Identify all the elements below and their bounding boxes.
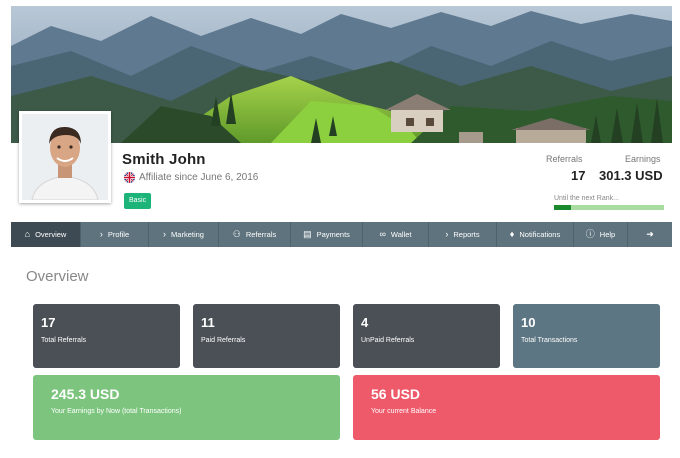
- earnings-total-value: 245.3 USD: [51, 386, 120, 402]
- nav-logout[interactable]: ➜: [628, 222, 672, 247]
- chevron-right-icon: ›: [163, 229, 167, 239]
- nav-label: Marketing: [171, 230, 204, 239]
- stat-value: 17: [41, 315, 56, 330]
- main-nav: ⌂ Overview › Profile › Marketing ⚇ Refer…: [11, 222, 672, 247]
- chevron-right-icon: ›: [99, 229, 103, 239]
- stat-card-paid-referrals: 11 Paid Referrals: [193, 304, 340, 368]
- nav-label: Overview: [35, 230, 67, 239]
- stat-card-total-referrals: 17 Total Referrals: [33, 304, 180, 368]
- nav-referrals[interactable]: ⚇ Referrals: [219, 222, 291, 247]
- nav-label: Profile: [107, 230, 130, 239]
- balance-card: 56 USD Your current Balance: [353, 375, 660, 440]
- rank-progress-fill: [554, 205, 571, 210]
- stat-label: Total Referrals: [41, 337, 87, 344]
- bell-icon: ♦: [509, 229, 515, 239]
- nav-help[interactable]: ⓘ Help: [574, 222, 628, 247]
- stat-label: Paid Referrals: [201, 337, 246, 344]
- stat-card-unpaid-referrals: 4 UnPaid Referrals: [353, 304, 500, 368]
- nav-label: Payments: [316, 230, 350, 239]
- earnings-label: Earnings: [625, 154, 661, 164]
- nav-reports[interactable]: › Reports: [429, 222, 497, 247]
- home-icon: ⌂: [24, 229, 31, 239]
- user-photo: [22, 114, 108, 200]
- page-title: Overview: [26, 268, 89, 285]
- chevron-right-icon: ›: [445, 229, 449, 239]
- logout-icon: ➜: [646, 229, 654, 239]
- nav-wallet[interactable]: ∞ Wallet: [363, 222, 429, 247]
- earnings-value: 301.3 USD: [599, 168, 663, 183]
- stat-value: 10: [521, 315, 536, 330]
- nav-label: Wallet: [390, 230, 412, 239]
- nav-label: Referrals: [245, 230, 277, 239]
- rank-progress-bar: [554, 205, 664, 210]
- nav-marketing[interactable]: › Marketing: [149, 222, 219, 247]
- affiliate-since-text: Affiliate since June 6, 2016: [139, 172, 259, 183]
- nav-notifications[interactable]: ♦ Notifications: [497, 222, 574, 247]
- nav-label: Help: [599, 230, 616, 239]
- referrals-label: Referrals: [546, 154, 583, 164]
- stat-value: 11: [201, 315, 215, 330]
- question-icon: ⓘ: [585, 229, 595, 239]
- nav-label: Reports: [453, 230, 480, 239]
- balance-label: Your current Balance: [371, 408, 437, 415]
- nav-overview[interactable]: ⌂ Overview: [11, 222, 81, 247]
- stat-value: 4: [361, 315, 369, 330]
- earnings-total-label: Your Earnings by Now (total Transactions…: [51, 408, 182, 415]
- money-icon: ▤: [303, 229, 312, 239]
- next-rank-label: Until the next Rank...: [554, 195, 619, 202]
- nav-payments[interactable]: ▤ Payments: [291, 222, 363, 247]
- balance-value: 56 USD: [371, 386, 421, 402]
- rank-badge: Basic: [124, 193, 152, 209]
- user-name: Smith John: [122, 151, 206, 168]
- referrals-value: 17: [571, 168, 586, 183]
- nav-label: Notifications: [519, 230, 561, 239]
- earnings-card: 245.3 USD Your Earnings by Now (total Tr…: [33, 375, 340, 440]
- users-icon: ⚇: [232, 229, 241, 239]
- affiliate-since: Affiliate since June 6, 2016: [124, 172, 258, 183]
- uk-flag-icon: [124, 172, 135, 183]
- avatar: [19, 111, 111, 203]
- stat-label: Total Transactions: [521, 337, 578, 344]
- nav-profile[interactable]: › Profile: [81, 222, 149, 247]
- stat-label: UnPaid Referrals: [361, 337, 415, 344]
- link-icon: ∞: [379, 229, 386, 239]
- stat-card-total-transactions: 10 Total Transactions: [513, 304, 660, 368]
